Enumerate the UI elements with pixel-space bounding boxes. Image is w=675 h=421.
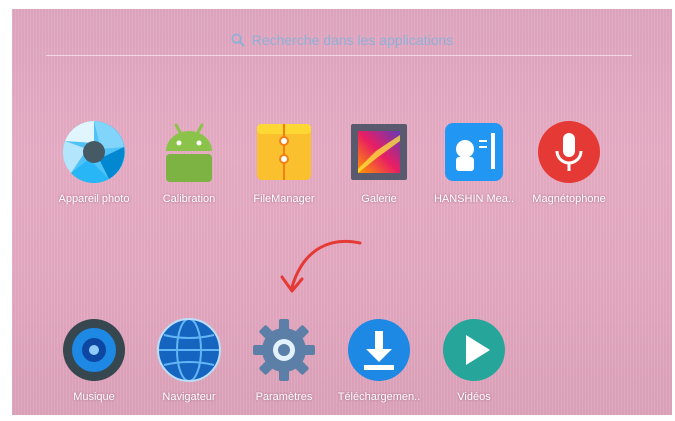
app-drawer: Recherche dans les applications Appareil… <box>12 9 672 415</box>
android-robot-icon <box>166 123 212 182</box>
app-label: Navigateur <box>162 391 216 403</box>
camera-aperture-icon <box>62 120 125 183</box>
search-underline <box>46 55 632 56</box>
app-label: HANSHIN Mea.. <box>433 193 515 205</box>
app-label: Paramètres <box>255 391 313 403</box>
play-icon <box>443 319 505 381</box>
red-curved-arrow-icon <box>280 239 362 293</box>
hanshin-icon <box>445 123 503 181</box>
gear-icon <box>253 319 315 381</box>
search-icon <box>231 33 245 47</box>
app-magnetophone[interactable]: Magnétophone <box>520 119 618 205</box>
globe-icon <box>157 318 221 382</box>
app-telechargements[interactable]: Téléchargemen.. <box>330 317 428 403</box>
app-label: Galerie <box>361 193 397 205</box>
app-label: FileManager <box>253 193 315 205</box>
app-musique[interactable]: Musique <box>45 317 143 403</box>
search-bar[interactable]: Recherche dans les applications <box>12 27 672 53</box>
app-galerie[interactable]: Galerie <box>330 119 428 205</box>
app-parametres[interactable]: Paramètres <box>235 317 333 403</box>
app-label: Musique <box>73 391 115 403</box>
app-navigateur[interactable]: Navigateur <box>140 317 238 403</box>
app-videos[interactable]: Vidéos <box>425 317 523 403</box>
search-placeholder: Recherche dans les applications <box>251 32 454 48</box>
download-icon <box>348 319 410 381</box>
app-filemanager[interactable]: FileManager <box>235 119 333 205</box>
microphone-icon <box>538 121 600 183</box>
app-label: Vidéos <box>457 391 491 403</box>
app-label: Calibration <box>162 193 216 205</box>
app-appareil-photo[interactable]: Appareil photo <box>45 119 143 205</box>
app-calibration[interactable]: Calibration <box>140 119 238 205</box>
app-label: Magnétophone <box>532 193 606 205</box>
app-hanshin[interactable]: HANSHIN Mea.. <box>425 119 523 205</box>
app-label: Appareil photo <box>58 193 130 205</box>
folder-zip-icon <box>257 124 311 180</box>
gallery-icon <box>351 124 407 180</box>
app-label: Téléchargemen.. <box>337 391 421 403</box>
speaker-icon <box>63 319 125 381</box>
